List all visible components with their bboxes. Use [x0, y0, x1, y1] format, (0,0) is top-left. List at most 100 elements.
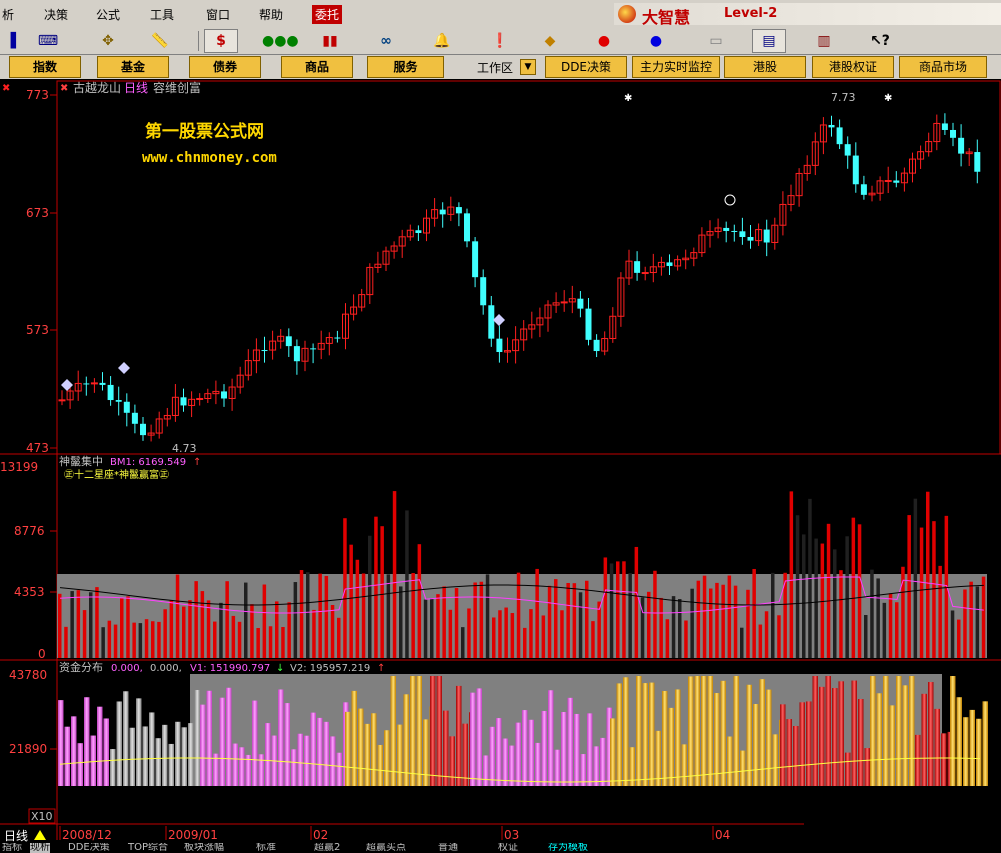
- volume-bar: [566, 582, 570, 658]
- capital-bar: [753, 704, 759, 786]
- capital-bar: [928, 682, 934, 786]
- keyboard-icon[interactable]: ⌨: [32, 30, 64, 52]
- menu-item-trade[interactable]: 委托: [312, 5, 343, 24]
- volume-bar: [423, 599, 428, 658]
- period-indicator[interactable]: 日线: [4, 829, 28, 843]
- ruler-icon[interactable]: 📏: [144, 30, 176, 52]
- volume-bar: [771, 572, 775, 658]
- tab-super2[interactable]: 超赢2: [314, 843, 340, 853]
- capital-bar: [351, 690, 357, 786]
- volume-bar: [473, 582, 477, 658]
- diamond-marker: [118, 362, 130, 374]
- menu-item-help[interactable]: 帮助: [259, 6, 283, 23]
- candle-body: [860, 184, 867, 195]
- move-icon[interactable]: ✥: [92, 30, 124, 52]
- capital-bar: [616, 683, 622, 786]
- tab-standard[interactable]: 标准: [256, 843, 276, 853]
- volume-bar: [337, 617, 341, 658]
- chart-canvas[interactable]: 773 673 573 473 ✖ ✖ 古越龙山 日线 容维创富 第一股票公式网…: [0, 80, 1001, 853]
- chart-area[interactable]: 773 673 573 473 ✖ ✖ 古越龙山 日线 容维创富 第一股票公式网…: [0, 80, 1001, 853]
- capital-bar: [200, 704, 206, 786]
- capital-bar: [449, 736, 455, 786]
- candle-body: [893, 180, 900, 183]
- period-label: 日线: [124, 81, 148, 95]
- bell-icon[interactable]: 🔔: [426, 30, 458, 52]
- tab-top[interactable]: TOP综合: [128, 843, 168, 853]
- volume-bar: [169, 600, 174, 658]
- dollar-icon[interactable]: $: [204, 29, 238, 53]
- volume-bar: [82, 610, 87, 658]
- volume-bar: [684, 620, 688, 658]
- window-icon[interactable]: ▌: [0, 30, 32, 52]
- commodity-market-button[interactable]: 商品市场: [899, 56, 987, 78]
- alert-icon[interactable]: ❗: [484, 30, 516, 52]
- realtime-monitor-button[interactable]: 主力实时监控: [632, 56, 720, 78]
- tab-buy-point[interactable]: 超赢买点: [366, 843, 406, 853]
- menu-item-decision[interactable]: 决策: [44, 6, 68, 23]
- service-button[interactable]: 服务: [367, 56, 444, 78]
- tab-save-template[interactable]: 存为模板: [548, 843, 588, 853]
- volume-bar: [411, 572, 415, 658]
- tab-sector[interactable]: 板块涨幅: [184, 843, 224, 853]
- volume-bar: [213, 621, 217, 658]
- tab-warrant[interactable]: 权证: [498, 843, 518, 853]
- capital-bar: [851, 680, 857, 786]
- binoculars-icon[interactable]: ∞: [370, 30, 402, 52]
- hk-warrant-button[interactable]: 港股权证: [812, 56, 894, 78]
- function-bar: 指数 基金 债券 商品 服务 工作区 ▼ DDE决策 主力实时监控 港股 港股权…: [0, 55, 1001, 79]
- hk-stock-button[interactable]: 港股: [724, 56, 806, 78]
- price-tick: 573: [26, 323, 49, 337]
- red-ball-icon[interactable]: ●: [588, 30, 620, 52]
- diamond-icon[interactable]: ◆: [534, 30, 566, 52]
- volume-bar: [647, 591, 651, 658]
- print-icon[interactable]: ▭: [700, 30, 732, 52]
- commodity-button[interactable]: 商品: [281, 56, 353, 78]
- help-pointer-icon[interactable]: ↖?: [864, 30, 896, 52]
- menu-item-formula[interactable]: 公式: [96, 6, 120, 23]
- candle-body: [140, 423, 146, 436]
- tab-indicator[interactable]: 指标: [2, 843, 22, 853]
- candle-body: [58, 399, 66, 402]
- books-icon[interactable]: ▥: [808, 30, 840, 52]
- capital-bar: [483, 755, 489, 786]
- capital-bar: [181, 727, 187, 786]
- layout-icon[interactable]: ▤: [752, 29, 786, 53]
- fund-button[interactable]: 基金: [97, 56, 169, 78]
- volume-bar: [392, 491, 397, 658]
- volume-bar: [826, 523, 831, 658]
- tab-dde[interactable]: DDE决策: [68, 843, 110, 853]
- candle-body: [90, 382, 98, 385]
- volume-bar: [126, 596, 130, 658]
- close-icon[interactable]: ✖: [60, 83, 68, 94]
- traffic-light-icon[interactable]: ●●●: [262, 30, 299, 52]
- blue-ball-icon[interactable]: ●: [640, 30, 672, 52]
- volume-bar: [603, 557, 608, 658]
- candle-body: [123, 401, 130, 413]
- candle-body: [180, 397, 187, 406]
- toolbar: ▌ ⌨ ✥ 📏 $ ●●● ▮▮ ∞ 🔔 ❗ ◆ ● ● ▭ ▤ ▥ ↖?: [0, 28, 1001, 55]
- volume-bar: [963, 589, 967, 658]
- index-button[interactable]: 指数: [9, 56, 81, 78]
- capital-bar: [561, 712, 567, 786]
- volume-bar: [151, 621, 155, 658]
- capital-bar: [799, 702, 805, 786]
- menu-item-window[interactable]: 窗口: [206, 6, 230, 23]
- volume-bar: [107, 620, 112, 658]
- capital-bar: [206, 690, 212, 786]
- work-area-dropdown[interactable]: ▼: [520, 59, 536, 75]
- capital-bar: [397, 724, 403, 786]
- volume-bar: [870, 569, 874, 658]
- volume-bar: [461, 627, 465, 658]
- volume-bar: [665, 619, 670, 658]
- bond-button[interactable]: 债券: [189, 56, 261, 78]
- watermark-url: www.chnmoney.com: [142, 150, 277, 166]
- tab-normal[interactable]: 普通: [438, 843, 458, 853]
- bars-icon[interactable]: ▮▮: [314, 30, 346, 52]
- volume-bar: [690, 588, 694, 658]
- tab-analysis[interactable]: 现析: [30, 843, 50, 853]
- menu-item-tools[interactable]: 工具: [150, 6, 174, 23]
- dde-decision-button[interactable]: DDE决策: [545, 56, 627, 78]
- menu-item-analysis[interactable]: 析: [2, 6, 14, 23]
- candle-body: [107, 384, 114, 401]
- close-icon[interactable]: ✖: [2, 83, 10, 94]
